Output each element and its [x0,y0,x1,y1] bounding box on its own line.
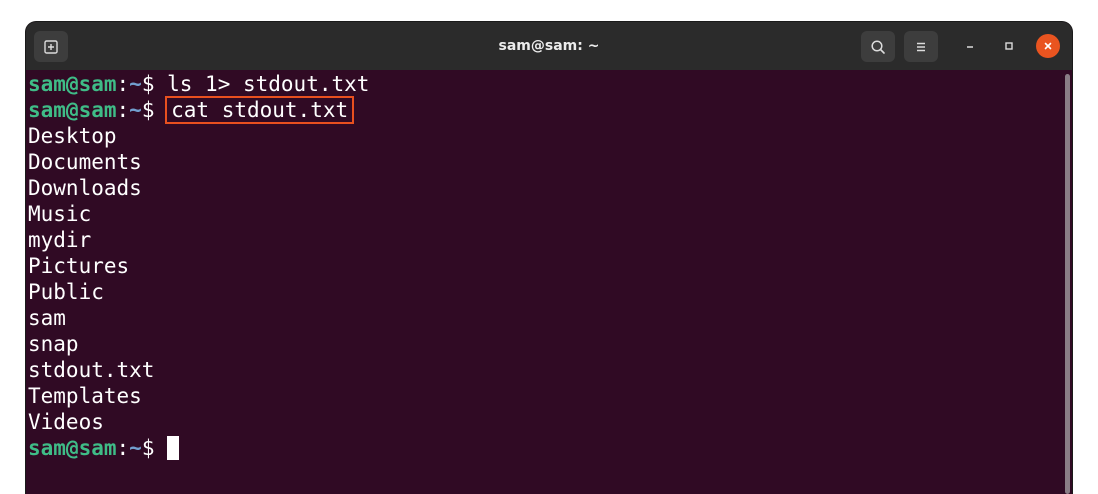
text-cursor [167,436,180,460]
terminal-window: sam@sam: ~ sam@sam:~$ ls 1> stdout.txt s… [26,22,1072,494]
maximize-button[interactable] [997,34,1021,58]
highlighted-command: cat stdout.txt [165,96,355,124]
output-line: snap [28,332,79,356]
new-tab-icon [44,39,58,54]
output-line: Videos [28,410,104,434]
terminal-content[interactable]: sam@sam:~$ ls 1> stdout.txt sam@sam:~$ c… [26,70,1072,494]
output-line: Desktop [28,124,117,148]
output-line: Downloads [28,176,142,200]
prompt-path: ~ [129,72,142,96]
prompt-path: ~ [129,436,142,460]
search-icon [871,39,885,54]
current-prompt-line[interactable]: sam@sam:~$ [28,435,180,461]
output-line: mydir [28,228,92,252]
minimize-icon [967,46,973,48]
close-icon [1044,42,1052,50]
output-line: Documents [28,150,142,174]
close-button[interactable] [1036,34,1060,58]
prompt-dollar: $ [141,72,168,96]
prompt-colon: : [116,436,130,460]
prompt-colon: : [116,72,130,96]
command-text: ls 1> stdout.txt [167,72,370,96]
prompt-dollar: $ [141,98,168,122]
prompt-user-host: sam@sam [28,72,117,96]
scrollbar[interactable] [1065,74,1070,494]
output-line: stdout.txt [28,358,155,382]
new-tab-button[interactable] [34,31,68,62]
maximize-icon [1005,42,1013,50]
output-line: Pictures [28,254,130,278]
hamburger-menu-icon [917,42,925,51]
output-line: Music [28,202,92,226]
command-line: sam@sam:~$ ls 1> stdout.txt [28,71,369,97]
minimize-button[interactable] [958,34,982,58]
prompt-user-host: sam@sam [28,436,117,460]
output-line: Templates [28,384,142,408]
output-line: Public [28,280,104,304]
prompt-path: ~ [129,98,142,122]
prompt-colon: : [116,98,130,122]
prompt-dollar: $ [141,436,168,460]
command-line: sam@sam:~$ cat stdout.txt [28,96,355,124]
output-line: sam [28,306,66,330]
menu-button[interactable] [904,31,938,62]
title-bar: sam@sam: ~ [26,22,1072,70]
prompt-user-host: sam@sam [28,98,117,122]
search-button[interactable] [861,31,895,62]
